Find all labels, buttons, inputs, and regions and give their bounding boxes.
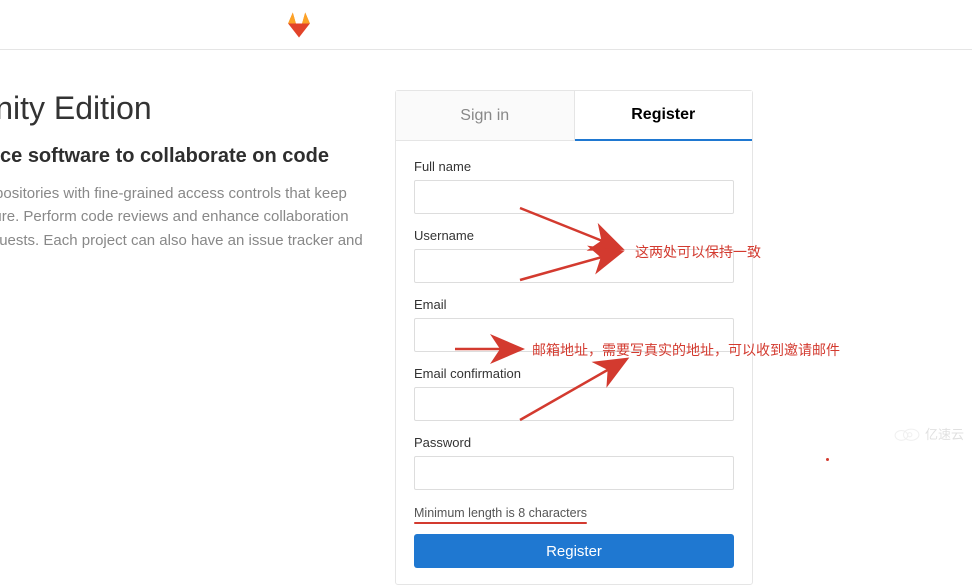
annotation-underline-icon [414,522,587,524]
tab-register[interactable]: Register [575,91,753,141]
register-form: Full name Username Email Email confirmat… [396,141,752,584]
annotation-dot-icon [826,458,829,461]
auth-tabs: Sign in Register [396,91,752,141]
email-label: Email [414,297,734,312]
field-password: Password [414,435,734,490]
watermark-cloud-icon [893,426,921,442]
email-confirm-label: Email confirmation [414,366,734,381]
email-confirm-input[interactable] [414,387,734,421]
tab-signin[interactable]: Sign in [396,91,575,141]
marketing-panel: GitLab Community Edition Open source sof… [0,90,395,585]
username-input[interactable] [414,249,734,283]
register-button[interactable]: Register [414,534,734,568]
email-input[interactable] [414,318,734,352]
fullname-input[interactable] [414,180,734,214]
watermark: 亿速云 [893,424,964,443]
password-hint-text: Minimum length is 8 characters [414,506,587,520]
fullname-label: Full name [414,159,734,174]
field-email: Email [414,297,734,352]
field-fullname: Full name [414,159,734,214]
top-bar [0,0,972,50]
password-input[interactable] [414,456,734,490]
auth-panel: Sign in Register Full name Username Emai… [395,90,753,585]
gitlab-logo-icon [285,11,313,39]
watermark-text: 亿速云 [925,424,964,443]
page-content: GitLab Community Edition Open source sof… [0,50,972,585]
password-hint: Minimum length is 8 characters [414,506,587,520]
product-description: Manage Git repositories with fine-graine… [0,182,365,275]
field-email-confirm: Email confirmation [414,366,734,421]
product-subtitle: Open source software to collaborate on c… [0,145,365,168]
username-label: Username [414,228,734,243]
product-title: GitLab Community Edition [0,90,365,127]
password-label: Password [414,435,734,450]
field-username: Username [414,228,734,283]
